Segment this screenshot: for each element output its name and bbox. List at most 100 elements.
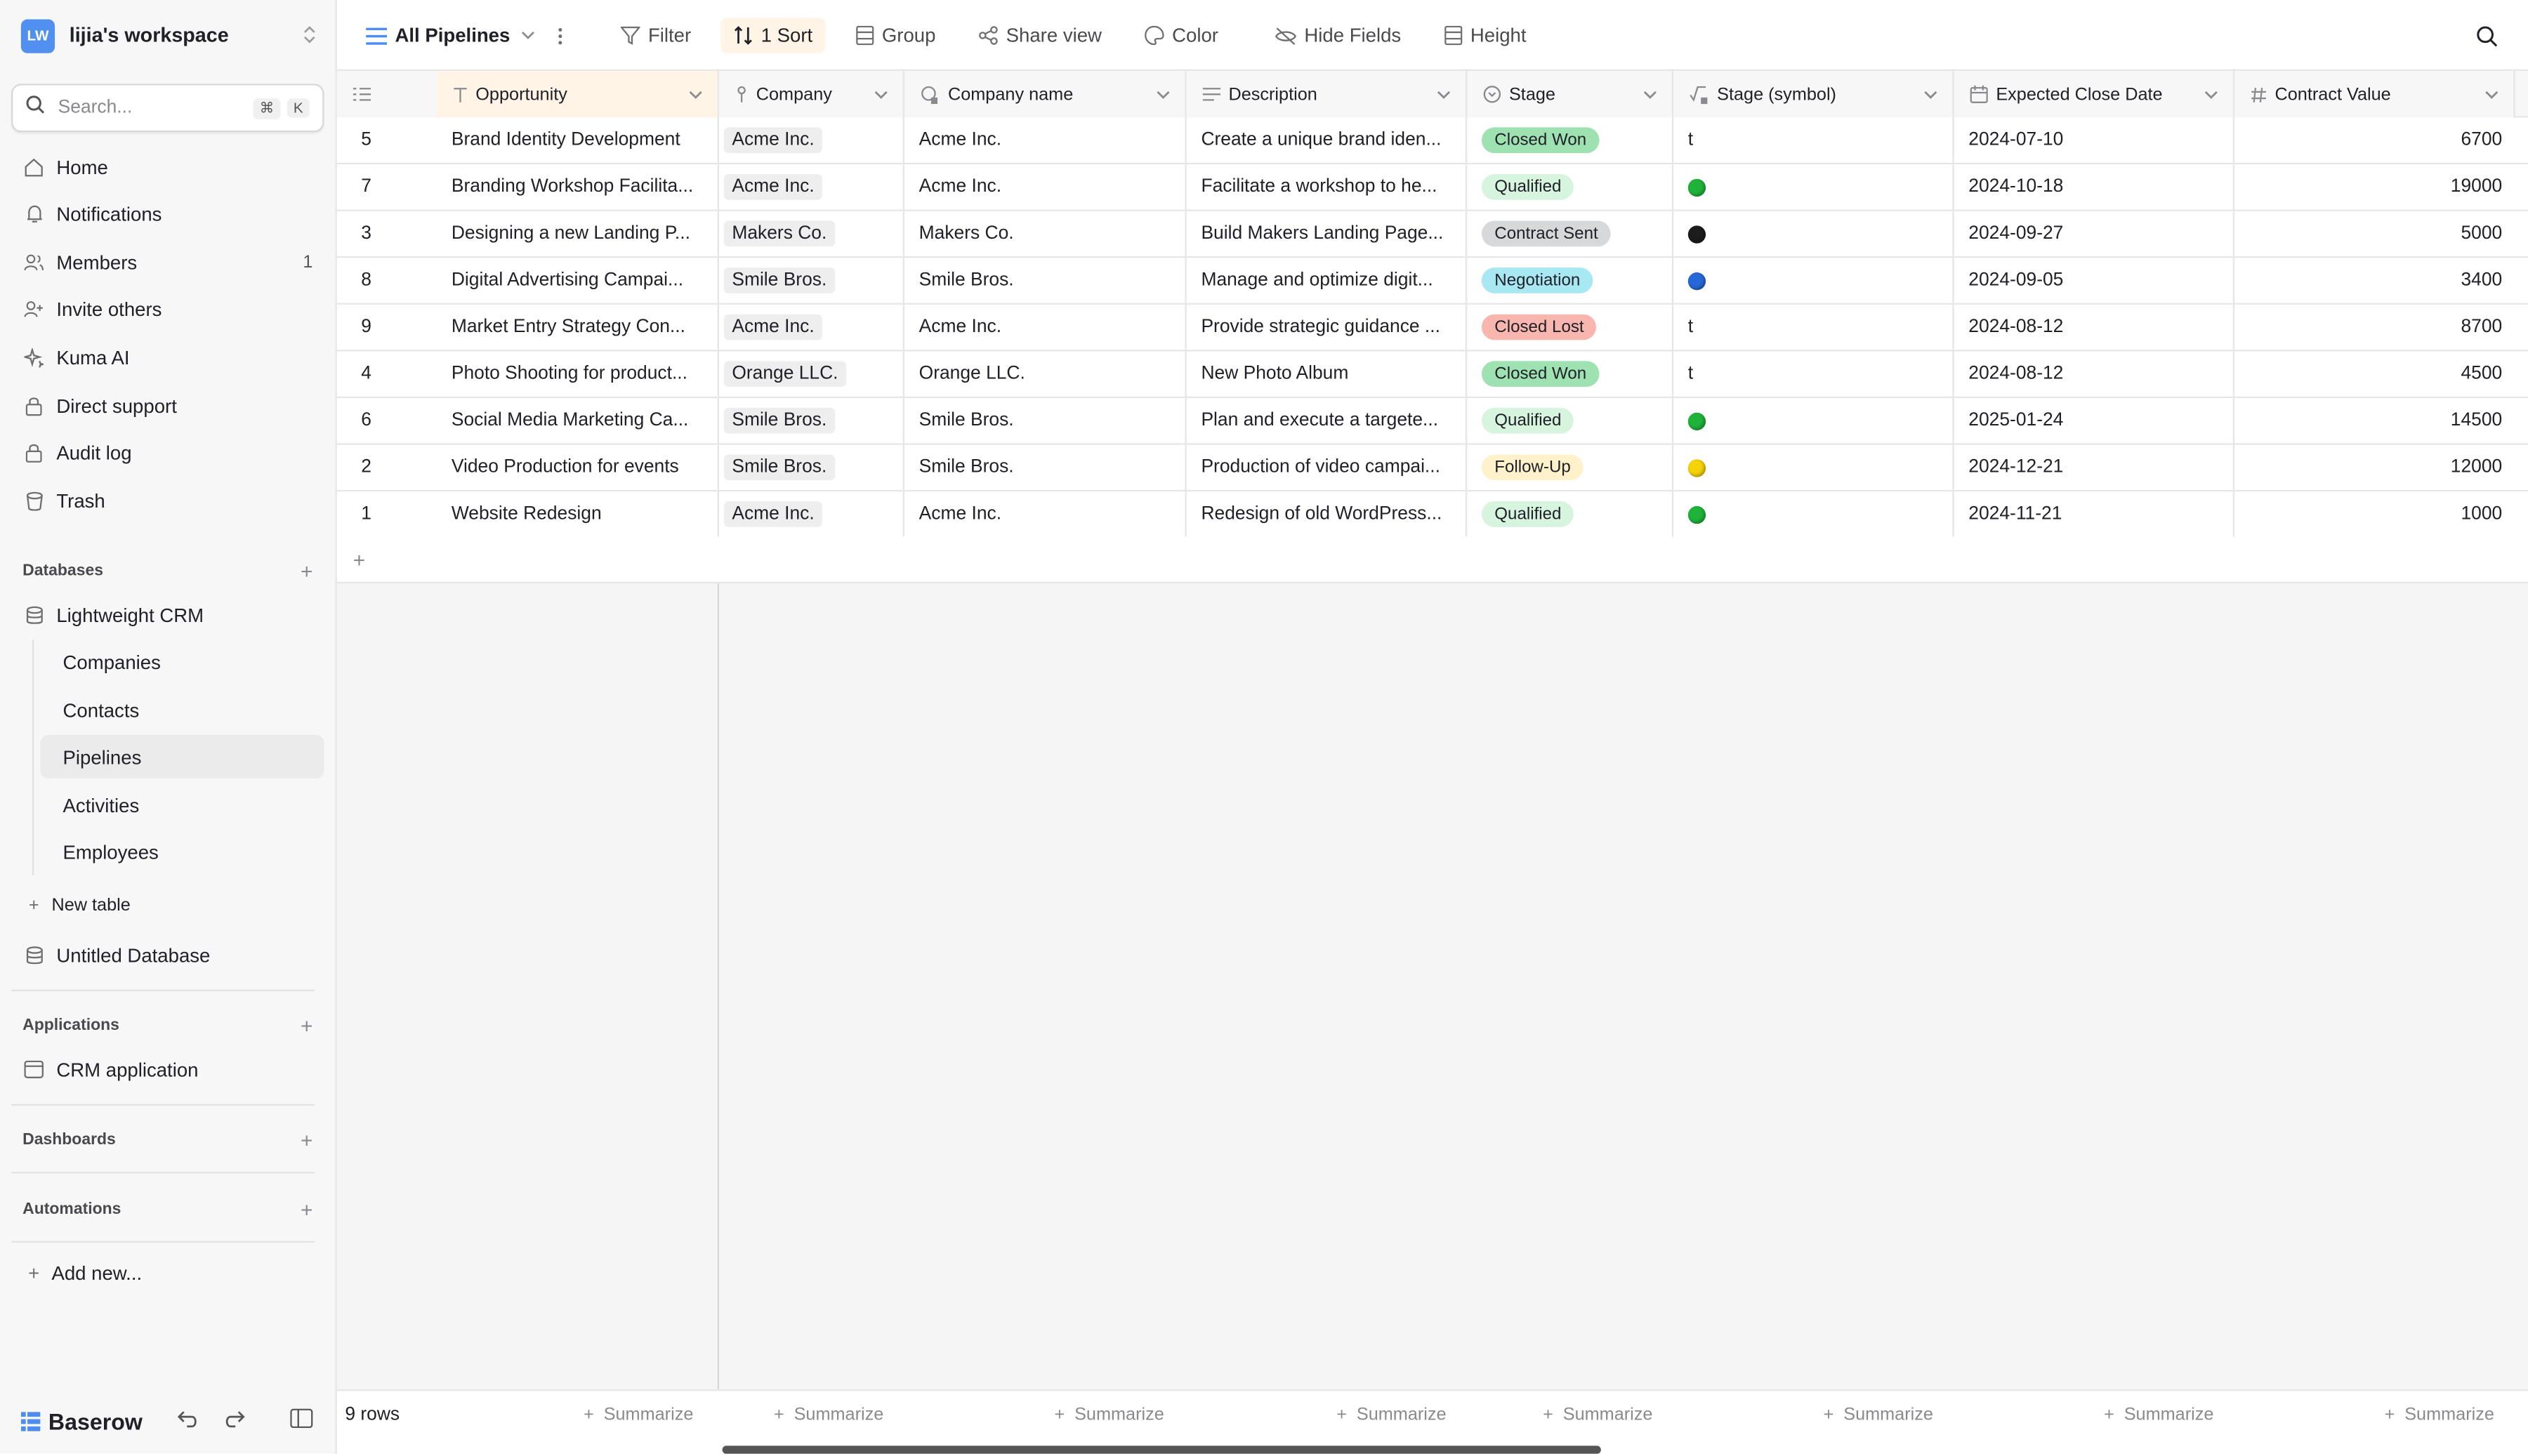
contract-value-cell[interactable]: 8700 — [2234, 305, 2528, 350]
stage-symbol-cell[interactable] — [1673, 258, 1954, 303]
column-header-close-date[interactable]: Expected Close Date — [1954, 71, 2235, 118]
stage-cell[interactable]: Follow-Up — [1467, 444, 1674, 490]
table-row[interactable]: 2 Video Production for events Smile Bros… — [336, 444, 2528, 492]
hide-fields-button[interactable]: Hide Fields — [1275, 18, 1401, 53]
summarize-button[interactable]: + Summarize — [1055, 1391, 1164, 1439]
company-cell[interactable]: Acme Inc. — [719, 117, 904, 163]
application-item-crm[interactable]: CRM application — [11, 1047, 324, 1091]
contract-value-cell[interactable]: 5000 — [2234, 211, 2528, 256]
close-date-cell[interactable]: 2024-08-12 — [1954, 351, 2235, 397]
description-cell[interactable]: Plan and execute a targete... — [1187, 398, 1468, 444]
stage-symbol-cell[interactable]: t — [1673, 117, 1954, 163]
summarize-button[interactable]: + Summarize — [2104, 1391, 2213, 1439]
chevron-down-icon[interactable] — [688, 86, 703, 102]
chevron-down-icon[interactable] — [1643, 86, 1658, 102]
company-cell[interactable]: Acme Inc. — [719, 491, 904, 537]
opportunity-cell[interactable]: Branding Workshop Facilita... — [437, 164, 719, 210]
opportunity-cell[interactable]: Photo Shooting for product... — [437, 351, 719, 397]
description-cell[interactable]: Create a unique brand iden... — [1187, 117, 1468, 163]
company-name-cell[interactable]: Makers Co. — [904, 211, 1187, 257]
column-header-opportunity[interactable]: Opportunity — [437, 71, 719, 118]
description-cell[interactable]: Manage and optimize digit... — [1187, 258, 1468, 303]
chevron-down-icon[interactable] — [1156, 86, 1171, 102]
chevron-down-icon[interactable] — [1437, 86, 1451, 102]
description-cell[interactable]: Facilitate a workshop to he... — [1187, 164, 1468, 210]
sidebar-item-members[interactable]: Members 1 — [11, 240, 324, 284]
close-date-cell[interactable]: 2024-11-21 — [1954, 491, 2235, 537]
workspace-switcher[interactable]: LW lijia's workspace — [20, 18, 316, 53]
share-view-button[interactable]: Share view — [979, 18, 1102, 53]
search-input[interactable]: Search... ⌘ K — [11, 84, 324, 133]
opportunity-cell[interactable]: Designing a new Landing P... — [437, 211, 719, 257]
opportunity-cell[interactable]: Video Production for events — [437, 444, 719, 490]
collapse-sidebar-icon[interactable] — [290, 1407, 313, 1436]
sidebar-item-direct-support[interactable]: Direct support — [11, 383, 324, 427]
table-row[interactable]: 9 Market Entry Strategy Con... Acme Inc.… — [336, 304, 2528, 352]
close-date-cell[interactable]: 2024-09-05 — [1954, 258, 2235, 303]
company-name-cell[interactable]: Smile Bros. — [904, 444, 1187, 490]
table-item-pipelines[interactable]: Pipelines — [40, 734, 324, 779]
opportunity-cell[interactable]: Social Media Marketing Ca... — [437, 398, 719, 444]
description-cell[interactable]: Build Makers Landing Page... — [1187, 211, 1468, 257]
redo-icon[interactable] — [223, 1407, 245, 1436]
company-cell[interactable]: Makers Co. — [719, 211, 904, 257]
add-automation-icon[interactable]: + — [301, 1198, 312, 1222]
view-more-icon[interactable] — [558, 18, 562, 53]
table-item-activities[interactable]: Activities — [40, 783, 324, 827]
group-button[interactable]: Group — [856, 18, 935, 53]
chevron-down-icon[interactable] — [2204, 86, 2218, 102]
stage-cell[interactable]: Closed Won — [1467, 351, 1674, 397]
summarize-button[interactable]: + Summarize — [1543, 1391, 1652, 1439]
add-new-button[interactable]: + Add new... — [11, 1251, 324, 1295]
close-date-cell[interactable]: 2024-08-12 — [1954, 304, 2235, 350]
stage-cell[interactable]: Closed Won — [1467, 117, 1674, 163]
table-row[interactable]: 5 Brand Identity Development Acme Inc. A… — [336, 117, 2528, 165]
company-cell[interactable]: Smile Bros. — [719, 258, 904, 303]
stage-symbol-cell[interactable] — [1673, 444, 1954, 490]
contract-value-cell[interactable]: 19000 — [2234, 164, 2528, 209]
add-dashboard-icon[interactable]: + — [301, 1128, 312, 1152]
column-header-company-name[interactable]: Company name — [904, 71, 1187, 118]
add-database-icon[interactable]: + — [301, 560, 312, 583]
sidebar-item-kuma-ai[interactable]: Kuma AI — [11, 336, 324, 379]
table-item-companies[interactable]: Companies — [40, 640, 324, 683]
chevron-down-icon[interactable] — [874, 86, 888, 102]
column-header-stage-symbol[interactable]: Stage (symbol) — [1673, 71, 1954, 118]
contract-value-cell[interactable]: 3400 — [2234, 258, 2528, 303]
stage-symbol-cell[interactable] — [1673, 398, 1954, 444]
table-row[interactable]: 4 Photo Shooting for product... Orange L… — [336, 351, 2528, 399]
stage-cell[interactable]: Qualified — [1467, 398, 1674, 444]
company-name-cell[interactable]: Acme Inc. — [904, 491, 1187, 537]
stage-cell[interactable]: Contract Sent — [1467, 211, 1674, 257]
stage-symbol-cell[interactable] — [1673, 491, 1954, 537]
chevron-down-icon[interactable] — [2484, 86, 2499, 102]
contract-value-cell[interactable]: 4500 — [2234, 352, 2528, 397]
summarize-button[interactable]: + Summarize — [584, 1391, 693, 1439]
horizontal-scrollbar[interactable] — [722, 1445, 1601, 1454]
database-item-untitled[interactable]: Untitled Database — [11, 933, 324, 977]
summarize-button[interactable]: + Summarize — [2385, 1391, 2494, 1439]
company-cell[interactable]: Orange LLC. — [719, 351, 904, 397]
table-item-contacts[interactable]: Contacts — [40, 688, 324, 732]
close-date-cell[interactable]: 2024-09-27 — [1954, 211, 2235, 257]
stage-symbol-cell[interactable]: t — [1673, 304, 1954, 350]
table-row[interactable]: 6 Social Media Marketing Ca... Smile Bro… — [336, 398, 2528, 445]
company-cell[interactable]: Acme Inc. — [719, 164, 904, 210]
sidebar-item-notifications[interactable]: Notifications — [11, 192, 324, 235]
company-cell[interactable]: Smile Bros. — [719, 398, 904, 444]
company-name-cell[interactable]: Acme Inc. — [904, 304, 1187, 350]
company-name-cell[interactable]: Acme Inc. — [904, 164, 1187, 210]
company-cell[interactable]: Acme Inc. — [719, 304, 904, 350]
company-name-cell[interactable]: Smile Bros. — [904, 398, 1187, 444]
description-cell[interactable]: Provide strategic guidance ... — [1187, 304, 1468, 350]
table-row[interactable]: 8 Digital Advertising Campai... Smile Br… — [336, 258, 2528, 305]
company-cell[interactable]: Smile Bros. — [719, 444, 904, 490]
company-name-cell[interactable]: Smile Bros. — [904, 258, 1187, 303]
company-name-cell[interactable]: Acme Inc. — [904, 117, 1187, 163]
undo-icon[interactable] — [177, 1407, 200, 1436]
close-date-cell[interactable]: 2024-12-21 — [1954, 444, 2235, 490]
contract-value-cell[interactable]: 6700 — [2234, 118, 2528, 163]
close-date-cell[interactable]: 2024-07-10 — [1954, 117, 2235, 163]
stage-cell[interactable]: Qualified — [1467, 164, 1674, 210]
column-header-description[interactable]: Description — [1186, 71, 1468, 118]
